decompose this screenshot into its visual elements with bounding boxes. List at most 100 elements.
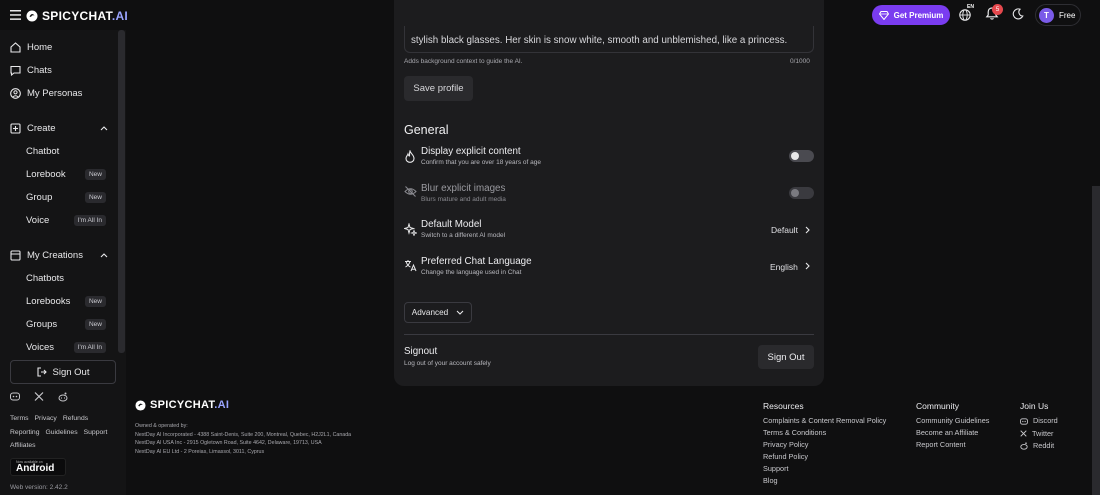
footer-community: Community Community Guidelines Become an… [916,401,989,451]
footer-link[interactable]: Complaints & Content Removal Policy [763,415,886,427]
sidebar-subitem-label: Lorebook [26,169,66,180]
default-model-desc: Switch to a different AI model [421,232,506,239]
sign-out-label: Sign Out [52,366,90,378]
folder-icon [10,250,21,261]
footer-heading: Join Us [1020,401,1049,411]
advanced-label: Advanced [411,308,449,317]
sign-out-button[interactable]: Sign Out [758,345,814,369]
reddit-icon[interactable] [58,392,68,402]
affiliates-link[interactable]: Affiliates [10,442,36,449]
footer-heading: Community [916,401,959,411]
sidebar-item-personas[interactable]: My Personas [10,88,110,99]
get-premium-label: Get Premium [893,10,944,20]
brand-name: SPICYCHAT.AI [42,9,129,23]
sidebar-subitem-label: Chatbot [26,146,60,157]
sidebar-subitem-chatbot[interactable]: Chatbot [26,146,106,157]
flame-icon [404,150,416,163]
android-app-badge[interactable]: Now available on Android [10,458,66,476]
menu-icon[interactable] [10,10,21,20]
sidebar-item-home[interactable]: Home [10,42,110,53]
create-icon [10,123,21,134]
sidebar-subitem-label: Voices [26,342,54,353]
brand-logo[interactable]: SPICYCHAT.AI [26,9,128,23]
sparkles-icon [404,223,417,236]
chevron-right-icon[interactable] [805,226,810,234]
logo-icon [26,10,38,22]
legal-line: NextDay AI USA Inc - 2915 Ogletown Road,… [135,440,322,446]
textarea-value: stylish black glasses. Her skin is snow … [411,35,788,46]
sidebar-item-label: Create [27,123,56,134]
new-badge: New [84,192,106,203]
footer-link[interactable]: Community Guidelines [916,415,989,427]
footer-twitter-link[interactable]: Twitter [1020,428,1058,441]
footer-link[interactable]: Support [763,463,886,475]
blur-images-toggle[interactable] [789,187,814,199]
chat-language-value[interactable]: English [770,262,798,272]
sidebar-subitem-label: Voice [26,215,50,226]
privacy-link[interactable]: Privacy [35,415,57,422]
sidebar-sign-out-button[interactable]: Sign Out [10,360,116,384]
explicit-content-toggle[interactable] [789,150,814,162]
footer-link[interactable]: Terms & Conditions [763,427,886,439]
get-premium-button[interactable]: Get Premium [872,5,950,25]
sidebar-item-chats[interactable]: Chats [10,65,110,76]
footer-heading: Resources [763,401,804,411]
sidebar-item-label: Home [27,42,53,53]
sidebar-subitem-group[interactable]: Group New [26,192,106,203]
sidebar-item-my-creations[interactable]: My Creations [10,250,108,261]
page-scrollbar[interactable] [1092,186,1100,495]
reddit-icon [1020,442,1028,450]
footer-reddit-link[interactable]: Reddit [1020,440,1058,453]
footer-link[interactable]: Report Content [916,439,989,451]
persona-description-textarea[interactable]: stylish black glasses. Her skin is snow … [404,26,814,53]
sidebar-subitem-groups[interactable]: Groups New [26,319,106,330]
sidebar-subitem-label: Chatbots [26,273,65,284]
discord-icon [1020,418,1028,425]
discord-icon[interactable] [10,392,20,402]
chevron-up-icon [100,253,108,258]
sidebar-item-label: My Creations [27,250,83,261]
refunds-link[interactable]: Refunds [63,415,88,422]
user-menu[interactable]: T Free [1035,4,1081,26]
sidebar-subitem-lorebooks[interactable]: Lorebooks New [26,296,106,307]
advanced-dropdown[interactable]: Advanced [404,302,472,323]
blur-images-title: Blur explicit images [421,183,506,194]
sidebar-subitem-lorebook[interactable]: Lorebook New [26,169,106,180]
save-profile-button[interactable]: Save profile [404,76,473,101]
terms-link[interactable]: Terms [10,415,29,422]
x-twitter-icon [1020,430,1027,437]
footer-link[interactable]: Refund Policy [763,451,886,463]
sidebar-item-create[interactable]: Create [10,123,108,134]
footer-link[interactable]: Privacy Policy [763,439,886,451]
legal-line: Owned & operated by: [135,423,188,429]
plan-label: Free [1059,10,1076,20]
footer-discord-link[interactable]: Discord [1020,415,1058,428]
sidebar-social-links [10,392,68,402]
default-model-value[interactable]: Default [771,225,798,235]
eye-off-icon [404,186,417,197]
moon-icon[interactable] [1012,8,1024,20]
sidebar-scrollbar[interactable] [118,30,125,353]
blur-images-desc: Blurs mature and adult media [421,196,506,203]
new-badge: New [84,296,106,307]
sidebar-item-label: Chats [27,65,52,76]
sidebar-subitem-voices[interactable]: Voices I'm All In [26,342,106,353]
reporting-link[interactable]: Reporting [10,429,39,436]
divider [404,334,814,335]
translate-icon [404,259,417,272]
x-twitter-icon[interactable] [34,392,44,402]
logo-icon [135,399,146,411]
footer-join-us: Join Us Discord Twitter Reddit [1020,401,1058,453]
footer-link-label: Reddit [1033,441,1055,450]
guidelines-link[interactable]: Guidelines [45,429,77,436]
logout-icon [36,367,47,377]
chevron-right-icon[interactable] [805,262,810,270]
legal-line: NextDay AI EU Ltd - 2 Poreias, Limassol,… [135,448,265,455]
sidebar-subitem-voice[interactable]: Voice I'm All In [26,215,106,226]
language-selector[interactable]: EN [958,4,974,22]
footer-link-label: Discord [1033,416,1058,425]
footer-link[interactable]: Become an Affiliate [916,427,989,439]
sidebar-subitem-chatbots[interactable]: Chatbots [26,273,106,284]
support-link[interactable]: Support [84,429,108,436]
footer-link[interactable]: Blog [763,475,886,487]
